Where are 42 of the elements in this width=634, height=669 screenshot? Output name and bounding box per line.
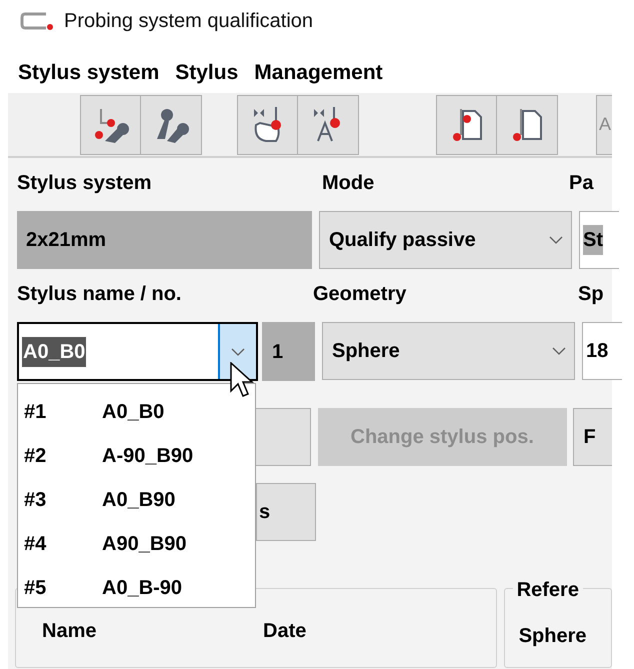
- field-label: Sp: [578, 282, 605, 307]
- chevron-down-icon: [552, 347, 566, 355]
- push-button[interactable]: F: [572, 408, 612, 466]
- field-label: Sphere: [518, 625, 586, 647]
- list-item[interactable]: #1 A0_B0: [18, 390, 255, 434]
- menu-item[interactable]: Stylus: [175, 57, 238, 89]
- list-item[interactable]: #5 A0_B-90: [18, 566, 255, 610]
- combo-value: Sphere: [332, 339, 400, 364]
- field-value: 18: [586, 339, 608, 364]
- text-field[interactable]: 18: [582, 322, 622, 380]
- field-label: Stylus name / no.: [17, 282, 182, 307]
- readonly-field: 2x21mm: [17, 211, 312, 269]
- text-field[interactable]: St: [579, 211, 619, 269]
- toolbar-button[interactable]: [141, 94, 202, 154]
- menu-item[interactable]: Management: [254, 57, 383, 89]
- toolbar-button[interactable]: [436, 94, 497, 154]
- push-button[interactable]: s: [256, 483, 316, 541]
- dropdown-combo[interactable]: Sphere: [322, 322, 575, 380]
- combo-value: Qualify passive: [329, 228, 476, 253]
- window-title: Probing system qualification: [64, 9, 314, 34]
- combo-value: A0_B0: [22, 336, 86, 366]
- list-item[interactable]: #4 A90_B90: [18, 522, 255, 566]
- chevron-down-icon: [231, 348, 245, 356]
- dropdown-combo[interactable]: Qualify passive: [319, 211, 572, 269]
- toolbar-button[interactable]: [298, 94, 359, 154]
- list-item[interactable]: #3 A0_B90: [18, 478, 255, 522]
- column-header: Date: [263, 619, 306, 644]
- number-field: 1: [262, 322, 315, 381]
- field-label: Pa: [569, 171, 595, 196]
- field-label: Stylus system: [17, 171, 153, 196]
- chevron-down-icon: [549, 236, 563, 244]
- editable-combo[interactable]: A0_B0: [17, 322, 258, 381]
- field-label: Mode: [321, 171, 376, 196]
- column-header: Name: [42, 619, 98, 644]
- field-label: Geometry: [313, 282, 408, 307]
- menu-item[interactable]: Stylus system: [18, 57, 160, 89]
- probe-logo-icon: [20, 12, 54, 30]
- toolbar-button[interactable]: [497, 94, 558, 154]
- toolbar-button[interactable]: [80, 94, 141, 154]
- toolbar-button[interactable]: [237, 94, 298, 154]
- list-item[interactable]: #2 A-90_B90: [18, 434, 255, 478]
- field-value: St: [583, 225, 603, 255]
